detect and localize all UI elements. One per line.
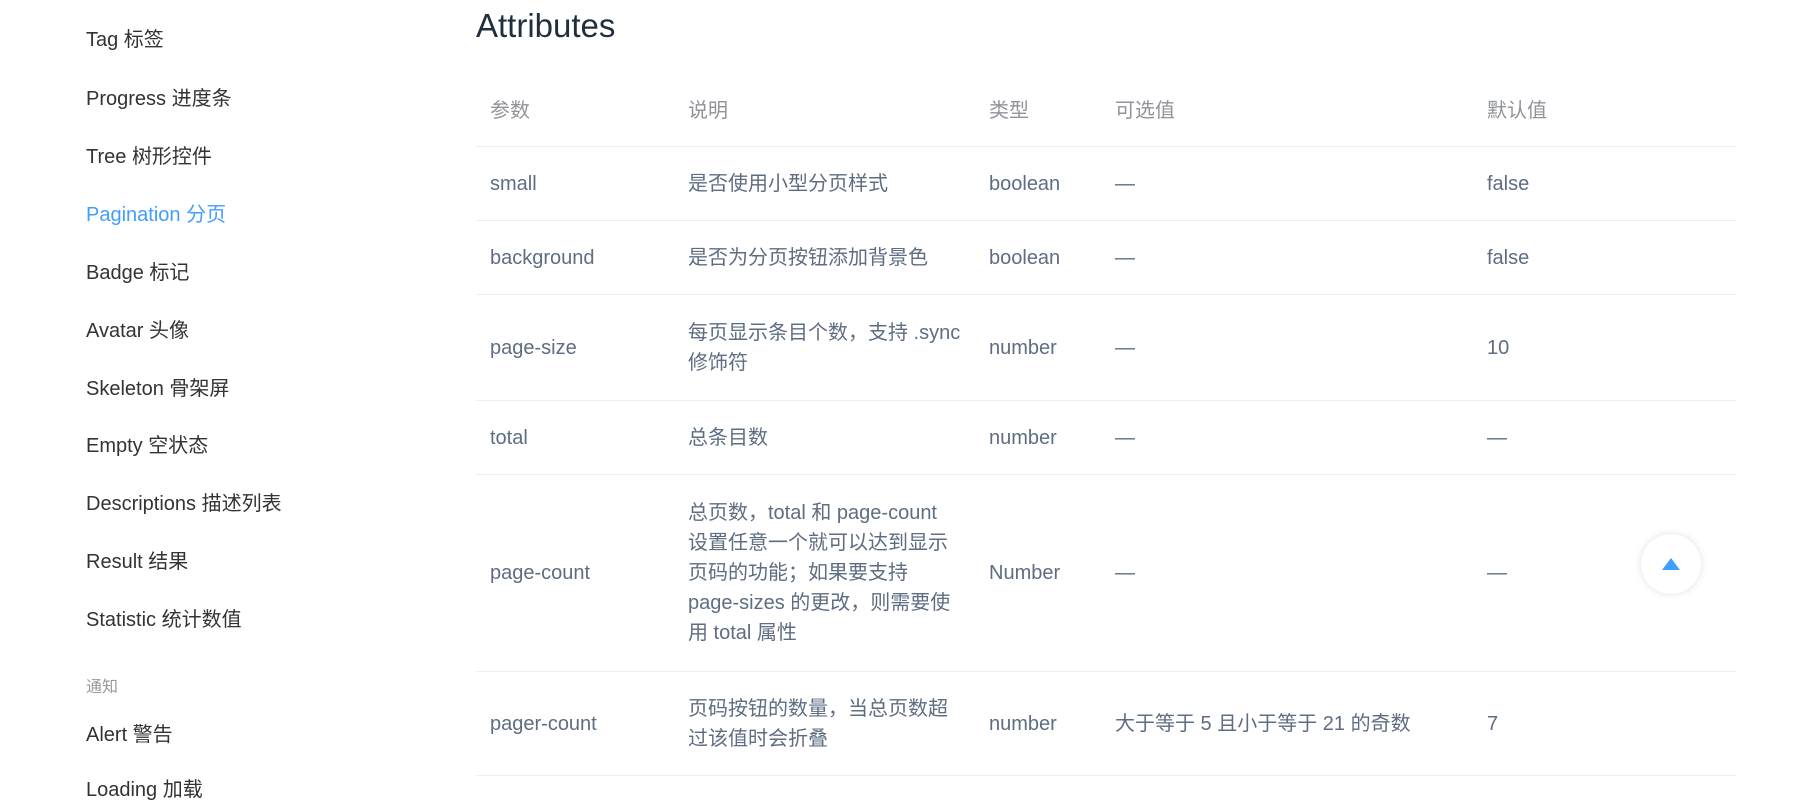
- main-content: Attributes 参数 说明 类型 可选值 默认值 small 是否使用小型…: [476, 0, 1736, 788]
- cell-param: background: [476, 220, 674, 295]
- sidebar-item-descriptions[interactable]: Descriptions 描述列表: [86, 492, 282, 516]
- header-type: 类型: [975, 71, 1101, 147]
- sidebar-item-skeleton[interactable]: Skeleton 骨架屏: [86, 377, 229, 401]
- cell-default: 7: [1473, 671, 1736, 776]
- sidebar-item-progress[interactable]: Progress 进度条: [86, 87, 232, 111]
- sidebar-group-notice: 通知: [86, 679, 119, 696]
- cell-options: —: [1101, 294, 1473, 401]
- table-row: page-size 每页显示条目个数，支持 .sync 修饰符 number —…: [476, 294, 1736, 401]
- cell-options: —: [1101, 400, 1473, 475]
- cell-options: 大于等于 5 且小于等于 21 的奇数: [1101, 671, 1473, 776]
- cell-type: number: [975, 294, 1101, 401]
- header-options: 可选值: [1101, 71, 1473, 147]
- cell-type: Number: [975, 474, 1101, 672]
- table-row: pager-count 页码按钮的数量，当总页数超过该值时会折叠 number …: [476, 671, 1736, 776]
- cell-default: —: [1473, 400, 1736, 475]
- attributes-table: 参数 说明 类型 可选值 默认值 small 是否使用小型分页样式 boolea…: [476, 71, 1736, 776]
- cell-options: —: [1101, 220, 1473, 295]
- sidebar-item-statistic[interactable]: Statistic 统计数值: [86, 608, 242, 632]
- cell-default: false: [1473, 220, 1736, 295]
- sidebar-item-alert[interactable]: Alert 警告: [86, 723, 173, 747]
- cell-description: 是否使用小型分页样式: [674, 146, 975, 221]
- table-row: small 是否使用小型分页样式 boolean — false: [476, 146, 1736, 221]
- cell-param: small: [476, 146, 674, 221]
- sidebar-item-tag[interactable]: Tag 标签: [86, 28, 164, 52]
- sidebar-item-empty[interactable]: Empty 空状态: [86, 434, 208, 458]
- back-to-top-button[interactable]: [1641, 534, 1701, 594]
- header-param: 参数: [476, 71, 674, 147]
- cell-options: —: [1101, 146, 1473, 221]
- table-header-row: 参数 说明 类型 可选值 默认值: [476, 71, 1736, 147]
- table-row: background 是否为分页按钮添加背景色 boolean — false: [476, 220, 1736, 295]
- header-description: 说明: [674, 71, 975, 147]
- cell-description: 是否为分页按钮添加背景色: [674, 220, 975, 295]
- cell-type: boolean: [975, 146, 1101, 221]
- cell-description: 总页数，total 和 page-count 设置任意一个就可以达到显示页码的功…: [674, 474, 975, 672]
- cell-type: boolean: [975, 220, 1101, 295]
- cell-default: 10: [1473, 294, 1736, 401]
- cell-param: page-size: [476, 294, 674, 401]
- sidebar-item-avatar[interactable]: Avatar 头像: [86, 319, 189, 343]
- cell-default: false: [1473, 146, 1736, 221]
- sidebar-item-tree[interactable]: Tree 树形控件: [86, 145, 212, 169]
- cell-description: 总条目数: [674, 400, 975, 475]
- cell-param: total: [476, 400, 674, 475]
- sidebar-item-loading[interactable]: Loading 加载: [86, 778, 203, 802]
- section-title: Attributes: [476, 7, 616, 44]
- header-default: 默认值: [1473, 71, 1736, 147]
- cell-options: —: [1101, 474, 1473, 672]
- sidebar-item-result[interactable]: Result 结果: [86, 550, 188, 574]
- sidebar-nav: Tag 标签 Progress 进度条 Tree 树形控件 Pagination…: [0, 0, 420, 801]
- cell-type: number: [975, 671, 1101, 776]
- cell-description: 每页显示条目个数，支持 .sync 修饰符: [674, 294, 975, 401]
- table-row: total 总条目数 number — —: [476, 400, 1736, 475]
- sidebar-item-pagination[interactable]: Pagination 分页: [86, 203, 226, 227]
- cell-type: number: [975, 400, 1101, 475]
- cell-param: pager-count: [476, 671, 674, 776]
- caret-up-icon: [1662, 558, 1680, 570]
- cell-description: 页码按钮的数量，当总页数超过该值时会折叠: [674, 671, 975, 776]
- table-row: page-count 总页数，total 和 page-count 设置任意一个…: [476, 474, 1736, 672]
- sidebar-item-badge[interactable]: Badge 标记: [86, 261, 189, 285]
- cell-param: page-count: [476, 474, 674, 672]
